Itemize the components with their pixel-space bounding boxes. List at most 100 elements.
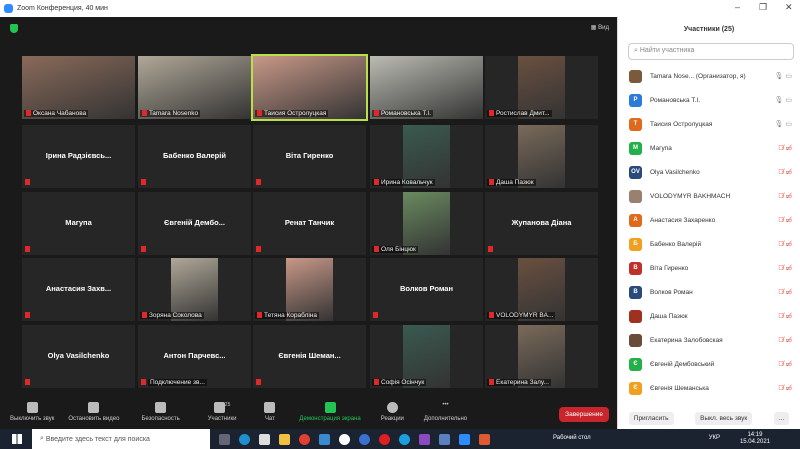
clock[interactable]: 14:19 15.04.2021 bbox=[740, 432, 770, 446]
video-tile[interactable]: Жупанова Діана bbox=[485, 192, 598, 255]
participant-list-item[interactable]: Даша Пазюк 🎙̸ ▭̸ bbox=[618, 304, 800, 328]
video-tile[interactable]: Євгенія Шеман... bbox=[253, 325, 366, 388]
security-shield-icon[interactable] bbox=[10, 24, 18, 33]
viber-icon[interactable] bbox=[419, 433, 430, 445]
participant-list-item[interactable]: Екатерина Залобовская 🎙̸ ▭̸ bbox=[618, 328, 800, 352]
task-view-icon[interactable] bbox=[219, 433, 230, 445]
muted-mic-icon bbox=[257, 312, 262, 319]
muted-mic-icon bbox=[26, 110, 31, 117]
participant-list-item[interactable]: Tamara Nose... (Организатор, я) 🎙 ▭ bbox=[618, 64, 800, 88]
video-tile[interactable]: Таисия Остролуцкая bbox=[251, 54, 368, 121]
participant-list-item[interactable]: M Магупа 🎙̸ ▭̸ bbox=[618, 136, 800, 160]
video-tile[interactable]: Тетяна Корабліна bbox=[253, 258, 366, 321]
more-options-button[interactable]: ... bbox=[773, 412, 790, 425]
view-button[interactable]: ▦ Вид bbox=[591, 24, 609, 31]
video-tile[interactable]: Оля Бінцюк bbox=[370, 192, 483, 255]
participant-list-item[interactable]: VOLODYMYR BAKHMACH 🎙̸ ▭̸ bbox=[618, 184, 800, 208]
participant-list-item[interactable]: А Анастасия Захаренко 🎙̸ ▭̸ bbox=[618, 208, 800, 232]
windows-start-icon[interactable] bbox=[12, 434, 22, 444]
reactions-button[interactable]: Реакции bbox=[381, 402, 404, 422]
video-tile[interactable]: Віта Гиренко bbox=[253, 125, 366, 188]
participant-list-item[interactable]: В Волков Роман 🎙̸ ▭̸ bbox=[618, 280, 800, 304]
chrome-icon[interactable] bbox=[299, 433, 310, 445]
video-tile[interactable]: Бабенко Валерій bbox=[138, 125, 251, 188]
restore-button[interactable]: ❐ bbox=[759, 2, 767, 13]
powerpoint-icon[interactable] bbox=[479, 433, 490, 445]
avatar: Є bbox=[629, 381, 642, 395]
hp-icon[interactable] bbox=[339, 433, 350, 445]
muted-mic-icon bbox=[489, 110, 494, 117]
muted-mic-icon bbox=[25, 179, 30, 185]
participants-button[interactable]: 25 Участники bbox=[208, 402, 236, 422]
mail-icon[interactable] bbox=[319, 433, 330, 445]
video-tile[interactable]: Даша Пазюк bbox=[485, 125, 598, 188]
video-tile[interactable]: Оксана Чабанова bbox=[22, 56, 135, 119]
microphone-icon bbox=[26, 402, 38, 413]
mute-button[interactable]: Выключить звук bbox=[10, 402, 54, 422]
video-tile[interactable]: Магупа bbox=[22, 192, 135, 255]
explorer-icon[interactable] bbox=[279, 433, 290, 445]
invite-button[interactable]: Пригласить bbox=[628, 412, 674, 425]
app-icon[interactable] bbox=[359, 433, 370, 445]
muted-mic-camera-icon[interactable]: 🎙̸ ▭̸ bbox=[778, 360, 792, 368]
skype-icon[interactable] bbox=[399, 433, 410, 445]
muted-mic-camera-icon[interactable]: 🎙̸ ▭̸ bbox=[778, 264, 792, 272]
store-icon[interactable] bbox=[259, 433, 270, 445]
mic-camera-icon[interactable]: 🎙 ▭ bbox=[775, 96, 792, 104]
participant-list-item[interactable]: Є Євгеній Дембовський 🎙̸ ▭̸ bbox=[618, 352, 800, 376]
video-tile[interactable]: Євгеній Дембо... bbox=[138, 192, 251, 255]
video-tile[interactable]: Софія Осінчук bbox=[370, 325, 483, 388]
security-button[interactable]: Безопасность bbox=[141, 402, 180, 422]
zoom-taskbar-icon[interactable] bbox=[459, 433, 470, 445]
muted-mic-camera-icon[interactable]: 🎙̸ ▭̸ bbox=[778, 288, 792, 296]
video-tile[interactable]: Olya Vasilchenko bbox=[22, 325, 135, 388]
app-icon[interactable] bbox=[439, 433, 450, 445]
opera-icon[interactable] bbox=[379, 433, 390, 445]
mic-camera-icon[interactable]: 🎙 ▭ bbox=[775, 120, 792, 128]
video-tile[interactable]: Романовська Т.І. bbox=[370, 56, 483, 119]
mute-all-button[interactable]: Выкл. весь звук bbox=[695, 412, 753, 425]
video-tile[interactable]: Екатерина Залу... bbox=[485, 325, 598, 388]
participant-name-label: Оля Бінцюк bbox=[372, 246, 418, 253]
edge-icon[interactable] bbox=[239, 433, 250, 445]
video-tile[interactable]: VOLODYMYR BA... bbox=[485, 258, 598, 321]
muted-mic-camera-icon[interactable]: 🎙̸ ▭̸ bbox=[778, 384, 792, 392]
video-tile[interactable]: Анастасия Захв... bbox=[22, 258, 135, 321]
muted-mic-camera-icon[interactable]: 🎙̸ ▭̸ bbox=[778, 312, 792, 320]
muted-mic-camera-icon[interactable]: 🎙̸ ▭̸ bbox=[778, 192, 792, 200]
participants-icon bbox=[213, 402, 225, 413]
muted-mic-camera-icon[interactable]: 🎙̸ ▭̸ bbox=[778, 216, 792, 224]
mic-camera-icon[interactable]: 🎙 ▭ bbox=[775, 72, 792, 80]
participant-list-item[interactable]: Б Бабенко Валерій 🎙̸ ▭̸ bbox=[618, 232, 800, 256]
participant-list-item[interactable]: В Віта Гиренко 🎙̸ ▭̸ bbox=[618, 256, 800, 280]
muted-mic-camera-icon[interactable]: 🎙̸ ▭̸ bbox=[778, 240, 792, 248]
muted-mic-camera-icon[interactable]: 🎙̸ ▭̸ bbox=[778, 144, 792, 152]
language-indicator[interactable]: УКР bbox=[709, 435, 720, 441]
taskbar-search-input[interactable]: ⌕ Введите здесь текст для поиска bbox=[32, 429, 210, 449]
video-tile[interactable]: Зоряна Соколова bbox=[138, 258, 251, 321]
participant-list-item[interactable]: Є Євгенія Шеманська 🎙̸ ▭̸ bbox=[618, 376, 800, 400]
chat-button[interactable]: Чат bbox=[264, 402, 276, 422]
participant-list-item[interactable]: OV Olya Vasilchenko 🎙̸ ▭̸ bbox=[618, 160, 800, 184]
video-tile[interactable]: Ренат Танчик bbox=[253, 192, 366, 255]
share-screen-button[interactable]: Демонстрация экрана bbox=[299, 402, 361, 422]
video-tile[interactable]: Антон Парчевс... Подключение зв... bbox=[138, 325, 251, 388]
more-button[interactable]: ••• Дополнительно bbox=[424, 402, 467, 422]
video-tile[interactable]: Ростислав Дмит... bbox=[485, 56, 598, 119]
minimize-button[interactable]: – bbox=[735, 2, 740, 12]
stop-video-button[interactable]: Остановить видео bbox=[68, 402, 119, 422]
participant-name: Віта Гиренко bbox=[650, 264, 689, 272]
close-button[interactable]: ✕ bbox=[785, 2, 793, 13]
video-tile[interactable]: Ирина Ковальчук bbox=[370, 125, 483, 188]
participant-list-item[interactable]: Т Таисия Остролуцкая 🎙 ▭ bbox=[618, 112, 800, 136]
muted-mic-camera-icon[interactable]: 🎙̸ ▭̸ bbox=[778, 168, 792, 176]
participant-list-item[interactable]: Р Романовська Т.І. 🎙 ▭ bbox=[618, 88, 800, 112]
video-tile[interactable]: Волков Роман bbox=[370, 258, 483, 321]
participant-search-input[interactable]: ⌕ Найти участника bbox=[628, 43, 794, 60]
video-tile[interactable]: Ірина Радзієвсь... bbox=[22, 125, 135, 188]
participant-name: Бабенко Валерій bbox=[163, 151, 226, 160]
end-meeting-button[interactable]: Завершение bbox=[559, 407, 609, 422]
desktop-label[interactable]: Рабочий стол bbox=[553, 435, 591, 441]
video-tile[interactable]: Tamara Nosenko bbox=[138, 56, 251, 119]
muted-mic-camera-icon[interactable]: 🎙̸ ▭̸ bbox=[778, 336, 792, 344]
